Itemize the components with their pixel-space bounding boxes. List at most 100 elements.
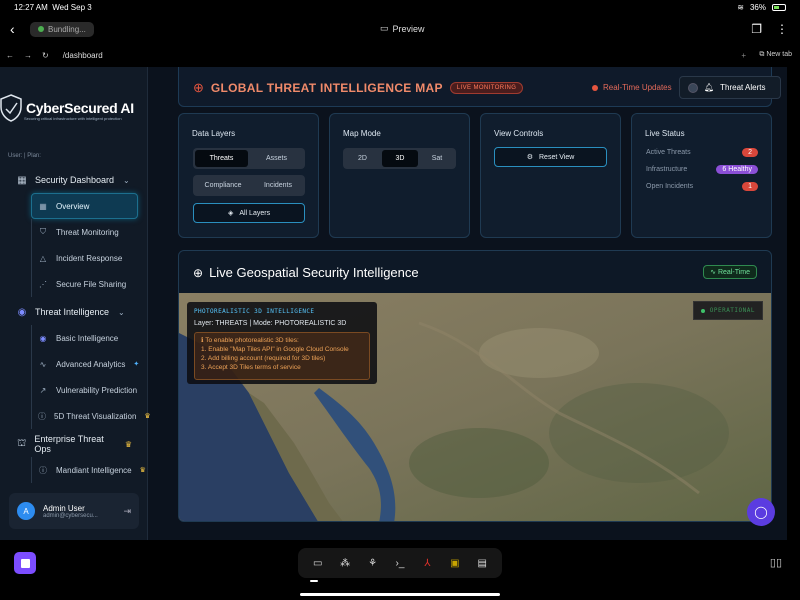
all-layers-button[interactable]: ◈ All Layers xyxy=(193,203,305,223)
tabs-icon[interactable]: ❐ xyxy=(751,22,762,36)
section-label: Enterprise Threat Ops xyxy=(34,434,104,454)
map-header-panel: ⊕ GLOBAL THREAT INTELLIGENCE MAP LIVE MO… xyxy=(178,67,781,107)
add-icon[interactable]: + xyxy=(741,51,746,60)
realtime-indicator: Real-Time Updates xyxy=(592,83,672,92)
live-status-card: Live Status Active Threats 2 Infrastruct… xyxy=(631,113,772,238)
pdf-icon[interactable]: ⅄ xyxy=(419,558,435,569)
live-monitoring-badge: LIVE MONITORING xyxy=(449,82,524,94)
sidebar-item-overview[interactable]: ▦ Overview xyxy=(31,193,138,219)
status-badge: 6 Healthy xyxy=(716,165,758,174)
status-date: Wed Sep 3 xyxy=(52,2,92,12)
section-enterprise-threat-ops[interactable]: ⛫ Enterprise Threat Ops ♛ xyxy=(0,431,148,457)
satellite-map[interactable]: PHOTOREALISTIC 3D INTELLIGENCE Layer: TH… xyxy=(179,293,771,521)
user-card[interactable]: A Admin User admin@cybersecu... ⇥ xyxy=(9,493,139,529)
chat-button[interactable]: ◯ xyxy=(747,498,775,526)
sidebar-item-advanced-analytics[interactable]: ∿ Advanced Analytics ✦ xyxy=(31,351,148,377)
map-mode-2d-option[interactable]: 2D xyxy=(345,150,380,167)
main-content: ⊕ GLOBAL THREAT INTELLIGENCE MAP LIVE MO… xyxy=(160,67,787,540)
bell-icon: 🔔︎ xyxy=(704,83,715,92)
layer-incidents-option[interactable]: Incidents xyxy=(253,177,303,194)
sidebar-item-label: Vulnerability Prediction xyxy=(56,385,138,395)
status-row-open-incidents: Open Incidents 1 xyxy=(646,182,758,191)
map-mode-card: Map Mode 2D 3D Sat xyxy=(329,113,470,238)
status-time: 12:27 AM xyxy=(14,2,48,12)
section-threat-intelligence[interactable]: ◉ Threat Intelligence ⌄ xyxy=(0,299,148,325)
sidebar: CyberSecured AI Securing critical infras… xyxy=(0,67,151,540)
new-tab-button[interactable]: ⧉ New tab xyxy=(759,51,792,59)
nav-forward-icon[interactable]: → xyxy=(24,51,32,60)
markdown-icon[interactable]: ▤ xyxy=(474,558,490,569)
map-mode-3d-option[interactable]: 3D xyxy=(382,150,418,167)
map-controls: Data Layers Threats Assets Compliance In… xyxy=(178,113,772,238)
sidebar-item-vulnerability-prediction[interactable]: ↗ Vulnerability Prediction xyxy=(31,377,148,403)
brain-icon[interactable]: ⚘ xyxy=(365,558,381,569)
sidebar-item-basic-intelligence[interactable]: ◉ Basic Intelligence xyxy=(31,325,148,351)
layer-threats-option[interactable]: Threats xyxy=(195,150,248,167)
status-badge: 1 xyxy=(742,182,758,191)
sidebar-item-label: Overview xyxy=(56,201,90,211)
terminal-icon[interactable]: ›_ xyxy=(392,558,408,569)
layer-assets-option[interactable]: Assets xyxy=(250,150,303,167)
threat-alerts-button[interactable]: 🔔︎ Threat Alerts xyxy=(679,76,781,99)
home-indicator xyxy=(300,593,500,596)
sidebar-item-label: Basic Intelligence xyxy=(56,333,119,343)
info-icon: ⓘ xyxy=(38,411,46,421)
info-icon: ⓘ xyxy=(39,465,47,475)
stop-icon xyxy=(20,558,30,568)
all-layers-label: All Layers xyxy=(239,209,271,217)
reload-icon[interactable]: ↻ xyxy=(42,51,49,60)
brand-tagline: Securing critical infrastructure with in… xyxy=(24,116,122,121)
reset-view-button[interactable]: ⚙ Reset View xyxy=(494,147,607,167)
bundling-dot-icon xyxy=(38,26,44,32)
sidebar-item-incident-response[interactable]: △ Incident Response xyxy=(31,245,148,271)
wifi-icon: ≋ xyxy=(737,2,744,12)
split-view-icon[interactable]: ▯▯ xyxy=(770,556,782,569)
realtime-badge-label: Real-Time xyxy=(717,269,750,276)
more-menu-icon[interactable]: ⋮ xyxy=(776,22,788,36)
globe-icon: ⊕ xyxy=(193,80,204,95)
instruction-line: 1. Enable "Map Tiles API" in Google Clou… xyxy=(201,346,349,353)
sidebar-item-5d-threat-visualization[interactable]: ⓘ 5D Threat Visualization ♛ xyxy=(31,403,151,429)
activity-icon: ∿ xyxy=(39,359,47,369)
avatar: A xyxy=(17,502,35,520)
globe-icon: ⊕ xyxy=(193,265,204,280)
dock-tray: ▭ ⁂ ⚘ ›_ ⅄ ▣ ▤ xyxy=(298,548,502,578)
data-layers-title: Data Layers xyxy=(192,129,236,138)
page-title: GLOBAL THREAT INTELLIGENCE MAP xyxy=(210,81,443,95)
map-mode-sat-option[interactable]: Sat xyxy=(420,150,454,167)
sidebar-item-threat-monitoring[interactable]: ⛉ Threat Monitoring xyxy=(31,219,148,245)
url-bar: ← → ↻ /dashboard + ⧉ New tab xyxy=(0,46,800,64)
share-icon: ⋰ xyxy=(39,279,47,289)
section-security-dashboard[interactable]: ▦ Security Dashboard ⌄ xyxy=(0,167,148,193)
layer-compliance-option[interactable]: Compliance xyxy=(195,177,251,194)
threat-alerts-label: Threat Alerts xyxy=(720,83,766,92)
shield-icon xyxy=(0,94,22,122)
logout-icon[interactable]: ⇥ xyxy=(123,506,131,517)
status-label: Infrastructure xyxy=(646,166,688,173)
chevron-down-icon: ⌄ xyxy=(123,175,130,185)
view-controls-title: View Controls xyxy=(494,129,544,138)
status-badge: 2 xyxy=(742,148,758,157)
target-icon: ◉ xyxy=(39,333,47,343)
status-row-infrastructure: Infrastructure 6 Healthy xyxy=(646,165,758,174)
battery-percent: 36% xyxy=(749,2,766,12)
sidebar-item-mandiant-intelligence[interactable]: ⓘ Mandiant Intelligence ♛ xyxy=(31,457,148,483)
brand-logo: CyberSecured AI Securing critical infras… xyxy=(0,89,148,127)
monitor-icon: ▭ xyxy=(380,23,389,33)
sidebar-item-label: Mandiant Intelligence xyxy=(56,465,132,475)
data-layers-card: Data Layers Threats Assets Compliance In… xyxy=(178,113,319,238)
ios-status-bar: 12:27 AM Wed Sep 3 ≋ 36% xyxy=(0,0,800,14)
sparkle-icon: ✦ xyxy=(133,361,140,368)
layers-icon: ◈ xyxy=(227,210,234,217)
nav-back-icon[interactable]: ← xyxy=(6,51,14,60)
app-launcher-button[interactable] xyxy=(14,552,36,574)
map-mode-title: Map Mode xyxy=(343,129,381,138)
data-layers-group-2: Compliance Incidents xyxy=(193,175,305,196)
back-chevron-icon[interactable]: ‹ xyxy=(10,21,26,37)
sidebar-nav: ▦ Security Dashboard ⌄ ▦ Overview ⛉ Thre… xyxy=(0,167,151,483)
js-file-icon[interactable]: ▣ xyxy=(447,558,463,569)
grid-icon[interactable]: ⁂ xyxy=(337,558,353,569)
sidebar-item-secure-file-sharing[interactable]: ⋰ Secure File Sharing xyxy=(31,271,148,297)
monitor-icon[interactable]: ▭ xyxy=(310,558,326,569)
url-field[interactable]: /dashboard xyxy=(63,51,103,60)
